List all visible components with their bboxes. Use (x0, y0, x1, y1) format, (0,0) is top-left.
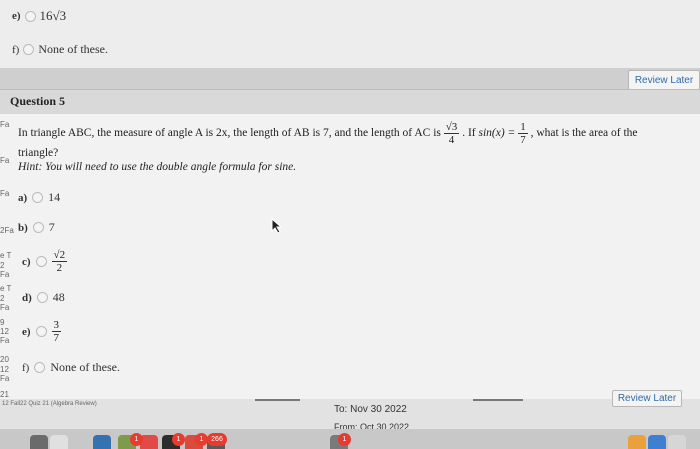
option-label: b) (18, 221, 28, 234)
question-stem-part1: In triangle ABC, the measure of angle A … (18, 127, 441, 140)
notification-badge: 1 (338, 433, 351, 446)
question-stem-part3: , what is the area of the (530, 127, 638, 140)
fraction-denominator: 2 (56, 262, 63, 274)
radio-button[interactable] (32, 222, 44, 233)
launchpad-icon[interactable] (30, 435, 48, 449)
question-header: Question 5 (0, 89, 700, 115)
option-text: 48 (52, 290, 65, 304)
question-stem-line2: triangle? (18, 147, 59, 159)
radio-button[interactable] (24, 10, 36, 22)
option-text: 7 (48, 220, 55, 234)
question-title: Question 5 (10, 94, 66, 108)
app-icon[interactable] (648, 435, 666, 449)
gutter-text: e T (0, 284, 12, 293)
question-stem-part2: . If (462, 127, 476, 140)
question-hint: Hint: You will need to use the double an… (18, 161, 297, 173)
gutter-text: 2Fa (0, 226, 14, 235)
radio-button[interactable] (35, 326, 47, 337)
notification-badge: 1 (172, 433, 185, 446)
radio-button[interactable] (34, 362, 46, 373)
option-text: None of these. (50, 360, 120, 374)
option-d[interactable]: d) 48 (22, 290, 65, 305)
review-later-label: Review Later (617, 393, 677, 404)
fraction-numerator: 3 (51, 319, 62, 332)
app-icon[interactable] (668, 435, 686, 449)
option-label: a) (18, 191, 28, 204)
divider (473, 399, 523, 401)
mouse-cursor-icon (271, 218, 283, 234)
dock: 1 1 1 266 1 (0, 429, 700, 449)
option-label: f) (22, 361, 30, 374)
to-date: To: Nov 30 2022 (334, 404, 407, 415)
option-label: e) (22, 325, 31, 338)
radio-button[interactable] (36, 292, 48, 303)
review-later-label: Review Later (634, 74, 694, 86)
gutter-text: 2 Fa (0, 261, 10, 279)
prev-option-f[interactable]: f) None of these. (12, 42, 108, 57)
option-label: f) (12, 43, 20, 56)
fraction-denominator: 4 (448, 134, 455, 146)
option-e[interactable]: e) 3 7 (22, 319, 62, 344)
notification-badge: 1 (130, 433, 143, 446)
left-gutter: Fa Fa Fa 2Fa e T 2 Fa e T 2 Fa 9 12 Fa 2… (0, 114, 14, 404)
radio-button[interactable] (35, 256, 47, 267)
gutter-text: Fa (0, 120, 10, 129)
radio-button[interactable] (23, 44, 35, 55)
question-body: In triangle ABC, the measure of angle A … (0, 114, 700, 399)
review-later-button[interactable]: Review Later (628, 70, 700, 90)
prev-option-e[interactable]: e) 16√3 (12, 8, 66, 24)
option-fraction: 3 7 (51, 319, 62, 344)
sin-expression: sin(x) = (478, 127, 516, 140)
option-text: 14 (48, 190, 61, 204)
fraction-ac: √3 4 (443, 121, 460, 146)
option-label: d) (22, 291, 32, 304)
fraction-numerator: √2 (51, 249, 68, 262)
fraction-denominator: 7 (520, 134, 526, 146)
app-icon[interactable] (628, 435, 646, 449)
option-label: e) (12, 10, 21, 22)
option-c[interactable]: c) √2 2 (22, 249, 68, 274)
gutter-text: 21 (0, 390, 9, 399)
gutter-text: 20 (0, 355, 9, 364)
question-text: In triangle ABC, the measure of angle A … (18, 121, 688, 174)
option-text: None of these. (38, 42, 108, 56)
photos-icon[interactable] (50, 435, 68, 449)
option-b[interactable]: b) 7 (18, 220, 55, 235)
fraction-numerator: 1 (518, 121, 528, 134)
radio-button[interactable] (32, 192, 44, 203)
fraction-numerator: √3 (443, 121, 460, 134)
fraction-sin: 1 7 (518, 121, 528, 146)
review-later-bottom-button[interactable]: Review Later (612, 390, 682, 407)
divider (255, 399, 300, 401)
gutter-text: 12 Fa (0, 327, 10, 345)
gutter-text: 12 Fa (0, 365, 10, 383)
option-f[interactable]: f) None of these. (22, 360, 120, 375)
option-a[interactable]: a) 14 (18, 190, 60, 205)
notification-badge: 266 (207, 433, 227, 446)
gutter-text: 9 (0, 318, 5, 327)
maps-icon[interactable] (93, 435, 111, 449)
footer-course-label: 12 Fall22 Quiz 21 (Algebra Review) (2, 401, 97, 407)
fraction-denominator: 7 (53, 332, 60, 344)
option-text: 16√3 (39, 8, 67, 23)
gutter-text: Fa (0, 189, 10, 198)
gutter-text: Fa (0, 156, 10, 165)
option-fraction: √2 2 (51, 249, 68, 274)
prev-question-area: e) 16√3 f) None of these. (0, 0, 700, 68)
gutter-text: 2 Fa (0, 294, 10, 312)
gutter-text: e T (0, 251, 12, 260)
option-label: c) (22, 255, 31, 268)
background-page: 12 Fall22 Quiz 21 (Algebra Review) To: N… (0, 399, 700, 432)
